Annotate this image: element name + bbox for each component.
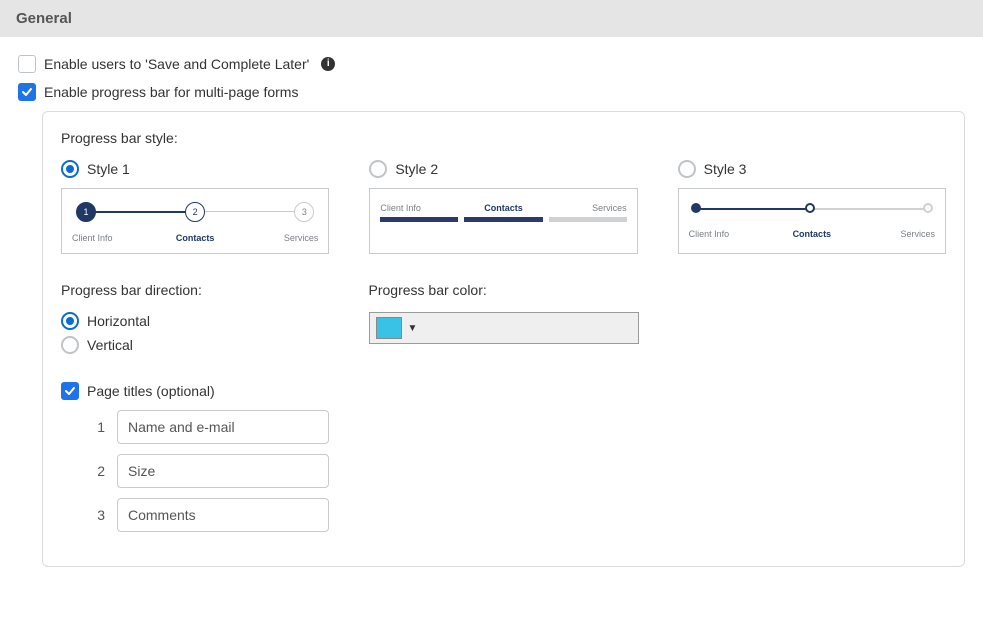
checkbox-progress-bar[interactable] <box>18 83 36 101</box>
page-title-row-3: 3 <box>83 498 329 532</box>
s1-node1-num: 1 <box>83 207 88 217</box>
color-label: Progress bar color: <box>369 282 639 298</box>
s1-node2-num: 2 <box>193 207 198 217</box>
s2-step3-label: Services <box>549 203 627 213</box>
direction-horizontal-row[interactable]: Horizontal <box>61 312 329 330</box>
page-title-index-1: 1 <box>83 419 105 435</box>
page-title-row-2: 2 <box>83 454 329 488</box>
style-grid: Style 1 1 2 3 Client Info Contacts Servi… <box>61 160 946 254</box>
radio-style3[interactable] <box>678 160 696 178</box>
radio-horizontal[interactable] <box>61 312 79 330</box>
s3-step1-label: Client Info <box>689 229 771 239</box>
style1-preview: 1 2 3 Client Info Contacts Services <box>61 188 329 254</box>
style1-radio-row[interactable]: Style 1 <box>61 160 329 178</box>
chevron-down-icon: ▼ <box>408 323 418 334</box>
progress-settings-panel: Progress bar style: Style 1 1 2 3 <box>42 111 965 567</box>
page-title-input-2[interactable] <box>117 454 329 488</box>
style1-label: Style 1 <box>87 161 130 177</box>
style-label: Progress bar style: <box>61 130 946 146</box>
page-title-input-1[interactable] <box>117 410 329 444</box>
direction-vertical-label: Vertical <box>87 337 133 353</box>
style2-label: Style 2 <box>395 161 438 177</box>
direction-horizontal-label: Horizontal <box>87 313 150 329</box>
s3-step3-label: Services <box>853 229 935 239</box>
panel-title: General <box>16 10 72 27</box>
s1-node3-num: 3 <box>302 207 307 217</box>
style-option-2: Style 2 Client Info Contacts Servi <box>369 160 637 254</box>
s3-step2-label: Contacts <box>771 229 853 239</box>
s1-step1-label: Client Info <box>72 233 154 243</box>
style3-radio-row[interactable]: Style 3 <box>678 160 946 178</box>
style3-preview: Client Info Contacts Services <box>678 188 946 254</box>
color-block: Progress bar color: ▼ <box>369 282 639 344</box>
radio-vertical[interactable] <box>61 336 79 354</box>
panel-header: General <box>0 0 983 37</box>
page-title-index-2: 2 <box>83 463 105 479</box>
style3-label: Style 3 <box>704 161 747 177</box>
checkbox-save-later[interactable] <box>18 55 36 73</box>
page-titles-row: Page titles (optional) <box>61 382 329 400</box>
info-icon[interactable]: i <box>321 57 335 71</box>
color-picker[interactable]: ▼ <box>369 312 639 344</box>
style-option-3: Style 3 Client Info Contacts Services <box>678 160 946 254</box>
page-title-inputs: 1 2 3 <box>83 410 329 532</box>
s2-step2-label: Contacts <box>464 203 542 213</box>
option-progress-bar-label: Enable progress bar for multi-page forms <box>44 84 298 100</box>
radio-style1[interactable] <box>61 160 79 178</box>
s2-step1-label: Client Info <box>380 203 458 213</box>
page-title-input-3[interactable] <box>117 498 329 532</box>
direction-vertical-row[interactable]: Vertical <box>61 336 329 354</box>
color-swatch <box>376 317 402 339</box>
page-titles-label: Page titles (optional) <box>87 383 215 399</box>
s1-step2-label: Contacts <box>154 233 236 243</box>
radio-style2[interactable] <box>369 160 387 178</box>
page-title-row-1: 1 <box>83 410 329 444</box>
page-titles-block: Page titles (optional) 1 2 3 <box>61 382 329 532</box>
s1-step3-label: Services <box>236 233 318 243</box>
option-progress-bar-row: Enable progress bar for multi-page forms <box>18 83 965 101</box>
panel-body: Enable users to 'Save and Complete Later… <box>0 37 983 597</box>
page-title-index-3: 3 <box>83 507 105 523</box>
direction-label: Progress bar direction: <box>61 282 329 298</box>
checkbox-page-titles[interactable] <box>61 382 79 400</box>
style-option-1: Style 1 1 2 3 Client Info Contacts Servi… <box>61 160 329 254</box>
style2-radio-row[interactable]: Style 2 <box>369 160 637 178</box>
bottom-grid: Progress bar direction: Horizontal Verti… <box>61 282 946 542</box>
option-save-later-row: Enable users to 'Save and Complete Later… <box>18 55 965 73</box>
style2-preview: Client Info Contacts Services <box>369 188 637 254</box>
option-save-later-label: Enable users to 'Save and Complete Later… <box>44 56 309 72</box>
direction-block: Progress bar direction: Horizontal Verti… <box>61 282 329 542</box>
